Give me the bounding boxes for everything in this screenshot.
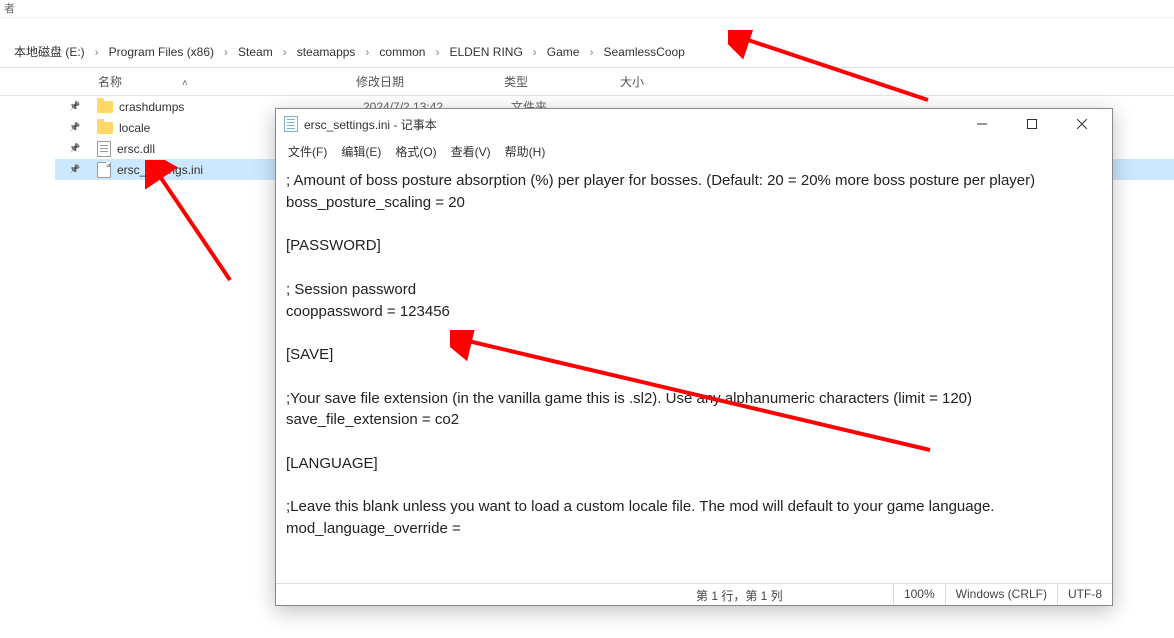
window-title-fragment: 者	[0, 0, 1174, 18]
file-name-text: crashdumps	[119, 100, 184, 114]
dll-icon	[97, 141, 111, 157]
pin-icon[interactable]: 📌	[55, 164, 95, 175]
breadcrumb-segment[interactable]: Game	[543, 43, 584, 61]
menu-item[interactable]: 文件(F)	[282, 141, 333, 162]
breadcrumb: 本地磁盘 (E:)›Program Files (x86)›Steam›stea…	[0, 36, 1174, 68]
column-headers: 名称˄ 修改日期 类型 大小	[0, 68, 1174, 96]
close-button[interactable]	[1060, 110, 1104, 138]
header-size[interactable]: 大小	[612, 69, 732, 94]
chevron-right-icon: ›	[91, 45, 103, 59]
notepad-window: ersc_settings.ini - 记事本 文件(F)编辑(E)格式(O)查…	[275, 108, 1113, 606]
status-eol: Windows (CRLF)	[945, 584, 1057, 605]
status-zoom: 100%	[893, 584, 945, 605]
file-name-text: ersc.dll	[117, 142, 155, 156]
chevron-right-icon: ›	[529, 45, 541, 59]
notepad-icon	[284, 116, 298, 132]
sort-indicator-icon: ˄	[182, 78, 188, 89]
pin-icon[interactable]: 📌	[55, 101, 95, 112]
menu-item[interactable]: 查看(V)	[445, 141, 497, 162]
breadcrumb-segment[interactable]: ELDEN RING	[445, 43, 526, 61]
status-position: 第 1 行，第 1 列	[276, 584, 893, 605]
notepad-statusbar: 第 1 行，第 1 列 100% Windows (CRLF) UTF-8	[276, 583, 1112, 605]
breadcrumb-segment[interactable]: Steam	[234, 43, 277, 61]
breadcrumb-segment[interactable]: common	[375, 43, 429, 61]
notepad-titlebar[interactable]: ersc_settings.ini - 记事本	[276, 109, 1112, 139]
breadcrumb-segment[interactable]: Program Files (x86)	[105, 43, 218, 61]
breadcrumb-segment[interactable]: SeamlessCoop	[599, 43, 688, 61]
breadcrumb-segment[interactable]: steamapps	[293, 43, 360, 61]
menu-item[interactable]: 帮助(H)	[499, 141, 552, 162]
status-encoding: UTF-8	[1057, 584, 1112, 605]
file-name-text: ersc_settings.ini	[117, 163, 203, 177]
folder-icon	[97, 101, 113, 113]
notepad-textarea[interactable]: ; Amount of boss posture absorption (%) …	[276, 164, 1112, 583]
menu-item[interactable]: 格式(O)	[389, 141, 442, 162]
header-name[interactable]: 名称˄	[90, 69, 348, 94]
menu-item[interactable]: 编辑(E)	[335, 141, 387, 162]
chevron-right-icon: ›	[279, 45, 291, 59]
breadcrumb-segment[interactable]: 本地磁盘 (E:)	[10, 41, 89, 62]
chevron-right-icon: ›	[431, 45, 443, 59]
maximize-button[interactable]	[1010, 110, 1054, 138]
pin-icon[interactable]: 📌	[55, 122, 95, 133]
folder-icon	[97, 122, 113, 134]
header-date[interactable]: 修改日期	[348, 69, 496, 94]
file-name-text: locale	[119, 121, 150, 135]
minimize-button[interactable]	[960, 110, 1004, 138]
notepad-title-text: ersc_settings.ini - 记事本	[304, 116, 954, 133]
chevron-right-icon: ›	[585, 45, 597, 59]
chevron-right-icon: ›	[220, 45, 232, 59]
pin-icon[interactable]: 📌	[55, 143, 95, 154]
chevron-right-icon: ›	[361, 45, 373, 59]
notepad-menubar: 文件(F)编辑(E)格式(O)查看(V)帮助(H)	[276, 139, 1112, 164]
ini-icon	[97, 162, 111, 178]
header-type[interactable]: 类型	[496, 69, 612, 94]
